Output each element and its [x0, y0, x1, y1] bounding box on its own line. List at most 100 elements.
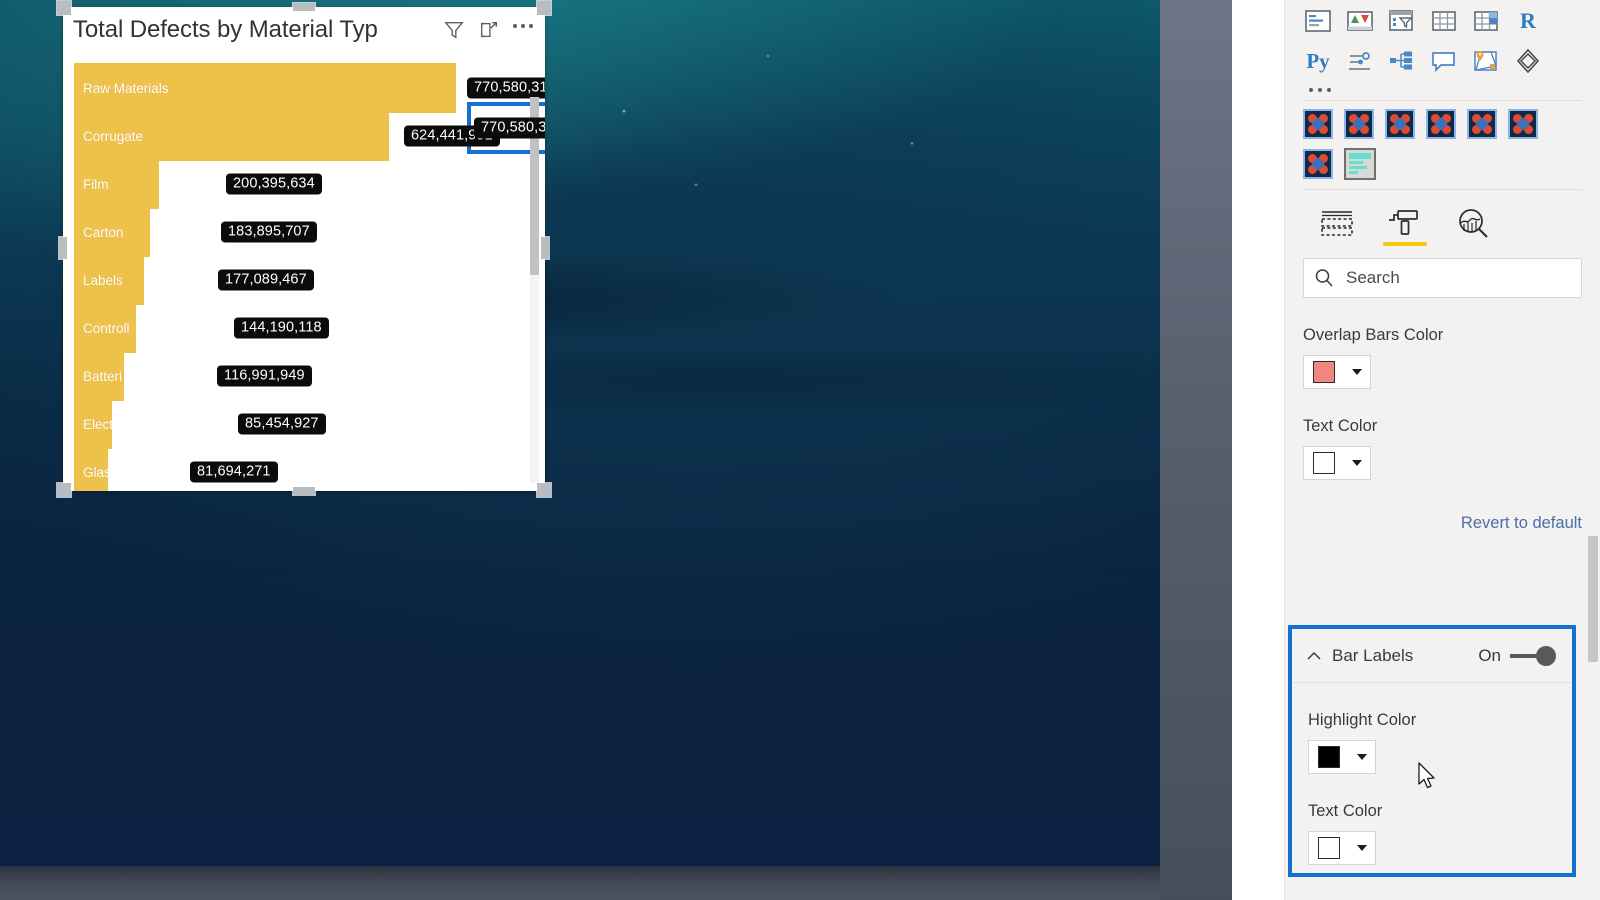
chart-bar[interactable]: Labels [74, 255, 144, 305]
highlight-color-label: Highlight Color [1308, 711, 1417, 729]
more-visuals-icon[interactable] [1303, 86, 1600, 98]
custom-visual-icon-2[interactable] [1344, 109, 1374, 139]
bar-labels-text-color-picker[interactable] [1308, 831, 1376, 865]
chart-bar[interactable]: Controll [74, 303, 136, 353]
qna-bubble-icon[interactable] [1429, 46, 1459, 76]
text-color-picker[interactable] [1303, 446, 1371, 480]
resize-handle-bottom-left[interactable] [57, 483, 71, 497]
decomposition-tree-alt-icon[interactable] [1387, 46, 1417, 76]
custom-visual-table-icon[interactable] [1344, 148, 1376, 180]
tab-format[interactable] [1371, 200, 1439, 246]
active-tab-underline [1383, 242, 1427, 246]
chart-bar[interactable]: Carton [74, 207, 150, 257]
format-properties: Overlap Bars Color Text Color [1285, 326, 1600, 480]
custom-visual-icon-1[interactable] [1303, 109, 1333, 139]
bar-labels-section[interactable]: Bar Labels On Highlight Color Text Color [1288, 625, 1576, 877]
filter-icon[interactable] [443, 19, 465, 41]
chart-visual-container[interactable]: Total Defects by Material Typ Raw Materi… [57, 1, 551, 497]
chart-bar-value-label: 85,454,927 [238, 413, 326, 435]
chart-bar-row[interactable]: Corrugate 624,441,951 [74, 111, 534, 161]
bar-labels-title: Bar Labels [1332, 645, 1414, 665]
custom-visual-icon-3[interactable] [1385, 109, 1415, 139]
chevron-up-icon[interactable] [1306, 648, 1322, 664]
chart-bar-value-label-highlighted: 770,580,317 [474, 117, 545, 139]
chart-bar-value-label: 177,089,467 [218, 269, 314, 291]
chart-bar-row[interactable]: Controll 144,190,118 [74, 303, 534, 353]
chevron-down-icon [1352, 460, 1362, 466]
canvas-gutter-white [1232, 0, 1284, 900]
resize-handle-middle-right[interactable] [541, 237, 549, 259]
overlap-bars-color-label: Overlap Bars Color [1303, 326, 1444, 344]
chart-bar-row[interactable]: Elect 85,454,927 [74, 399, 534, 449]
r-script-visual-icon[interactable]: R [1513, 6, 1543, 36]
focus-mode-icon[interactable] [478, 19, 500, 41]
chart-bar-value-label: 81,694,271 [190, 461, 278, 483]
highlight-color-picker[interactable] [1308, 740, 1376, 774]
paginated-report-icon[interactable] [1471, 6, 1501, 36]
custom-visual-icon-4[interactable] [1426, 109, 1456, 139]
chart-bar[interactable]: Batteri [74, 351, 124, 401]
chart-bar-row[interactable]: Raw Materials 770,580,317 [74, 63, 545, 113]
chart-bar-category-label: Elect [83, 416, 112, 432]
chart-bar-row[interactable]: Film 200,395,634 [74, 159, 534, 209]
resize-handle-top-center[interactable] [293, 3, 315, 11]
resize-handle-bottom-right[interactable] [537, 483, 551, 497]
chart-bar[interactable]: Corrugate [74, 111, 389, 161]
paint-roller-icon [1389, 210, 1418, 235]
bar-labels-text-color-label: Text Color [1308, 802, 1383, 820]
canvas-gutter [1160, 0, 1232, 900]
chart-bar-row[interactable]: Batteri 116,991,949 [74, 351, 534, 401]
key-influencers-icon[interactable] [1303, 6, 1333, 36]
tab-fields[interactable] [1303, 200, 1371, 246]
search-icon [1315, 269, 1333, 287]
visualizations-gallery: R Py [1285, 0, 1600, 98]
mouse-cursor [1418, 762, 1435, 789]
app-root: Total Defects by Material Typ Raw Materi… [0, 0, 1600, 900]
more-options-icon[interactable] [513, 24, 533, 36]
smart-narrative-icon[interactable] [1429, 6, 1459, 36]
chart-bar-row[interactable]: Carton 183,895,707 [74, 207, 534, 257]
overlap-bars-color-picker[interactable] [1303, 355, 1371, 389]
pane-scrollbar-track[interactable] [1586, 0, 1600, 900]
custom-visual-icon-7[interactable] [1303, 149, 1333, 179]
chart-bar-category-label: Film [83, 176, 109, 192]
bar-labels-toggle-group[interactable]: On [1478, 645, 1556, 666]
resize-handle-top-right[interactable] [537, 1, 551, 15]
search-input[interactable]: Search [1303, 258, 1582, 298]
custom-visual-icon-5[interactable] [1467, 109, 1497, 139]
resize-handle-middle-left[interactable] [59, 237, 67, 259]
revert-to-default-link[interactable]: Revert to default [1285, 480, 1600, 533]
resize-handle-top-left[interactable] [57, 1, 71, 15]
decomposition-tree-icon[interactable] [1345, 6, 1375, 36]
chart-bar[interactable]: Raw Materials [74, 63, 456, 113]
pane-scrollbar-thumb[interactable] [1588, 536, 1598, 662]
chart-bar[interactable]: Glas [74, 447, 108, 491]
overlap-bars-color-swatch [1313, 361, 1335, 383]
chart-bar[interactable]: Elect [74, 399, 112, 449]
fields-grid-icon [1321, 211, 1353, 236]
key-influencers-alt-icon[interactable] [1345, 46, 1375, 76]
qna-icon[interactable] [1387, 6, 1417, 36]
viz-gallery-row-2: Py [1303, 46, 1600, 76]
analytics-magnifier-icon [1459, 209, 1488, 238]
custom-visual-icon-6[interactable] [1508, 109, 1538, 139]
bar-labels-toggle[interactable] [1510, 645, 1556, 666]
tab-analytics[interactable] [1439, 200, 1507, 246]
python-visual-icon[interactable]: Py [1303, 46, 1333, 76]
highlight-color-swatch [1318, 746, 1340, 768]
chart-bar-category-label: Labels [83, 272, 123, 288]
resize-handle-bottom-center[interactable] [293, 487, 315, 495]
custom-visuals-row-1 [1303, 109, 1600, 139]
chart-bar-row[interactable]: Glas 81,694,271 [74, 447, 534, 491]
gallery-divider [1303, 100, 1582, 101]
chart-bar-value-label: 116,991,949 [217, 365, 312, 387]
chart-bar-value-label: 200,395,634 [226, 173, 322, 195]
chart-bar-row[interactable]: Labels 177,089,467 [74, 255, 534, 305]
power-apps-icon[interactable] [1513, 46, 1543, 76]
bar-labels-header[interactable]: Bar Labels On [1292, 629, 1572, 683]
bar-labels-text-color-swatch [1318, 837, 1340, 859]
chart-bar[interactable]: Film [74, 159, 159, 209]
pane-tabs [1303, 189, 1582, 246]
r-script-visual-label: R [1520, 8, 1536, 33]
arcgis-maps-icon[interactable] [1471, 46, 1501, 76]
